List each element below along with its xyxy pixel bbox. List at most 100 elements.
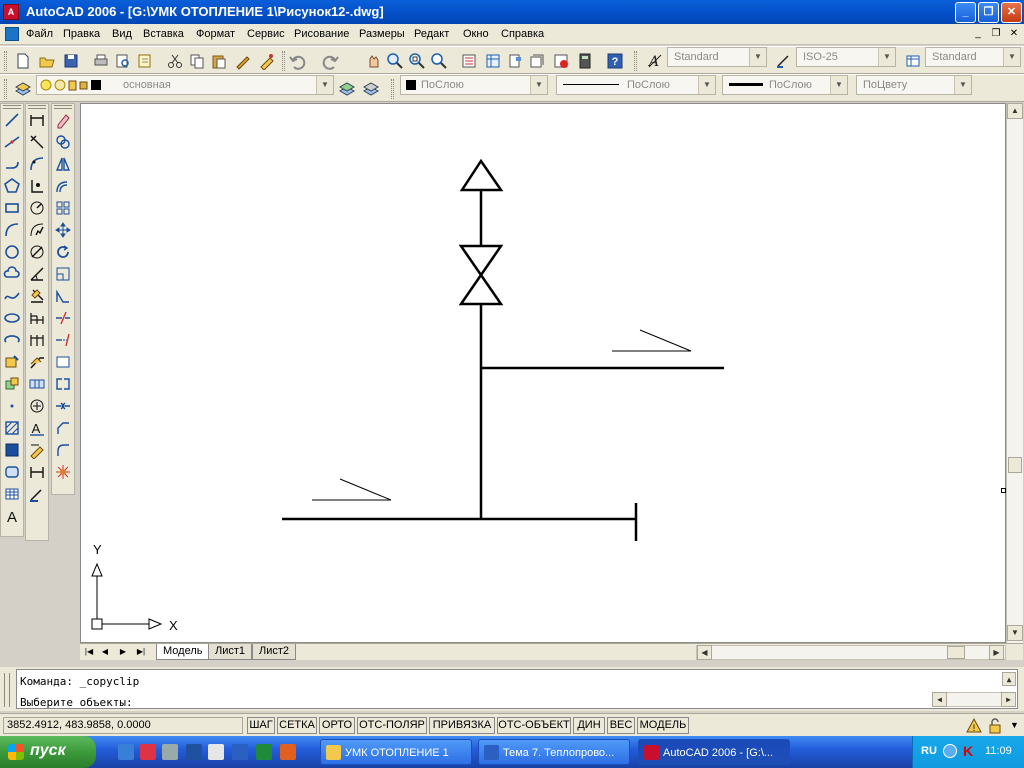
zoom-previous-icon[interactable] bbox=[430, 52, 448, 70]
table-icon[interactable] bbox=[3, 485, 21, 503]
print-preview-icon[interactable] bbox=[114, 52, 132, 70]
doc-restore-button[interactable]: ❐ bbox=[988, 27, 1004, 41]
antivirus-tray-icon[interactable]: K bbox=[963, 743, 973, 759]
new-file-icon[interactable] bbox=[14, 52, 32, 70]
dimension-edit-icon[interactable]: A bbox=[28, 419, 46, 437]
baseline-dimension-icon[interactable] bbox=[28, 309, 46, 327]
rotate-icon[interactable] bbox=[54, 243, 72, 261]
open-folder-icon[interactable] bbox=[38, 52, 56, 70]
ordinate-dimension-icon[interactable] bbox=[28, 177, 46, 195]
chevron-down-icon[interactable]: ▼ bbox=[316, 76, 333, 94]
aligned-dimension-icon[interactable] bbox=[28, 133, 46, 151]
table-style-select[interactable]: Standard ▼ bbox=[925, 47, 1021, 67]
layer-previous-icon[interactable] bbox=[362, 80, 380, 98]
communication-center-icon[interactable]: ! bbox=[965, 717, 983, 735]
toolbar-lock-icon[interactable] bbox=[986, 717, 1004, 735]
scroll-left-button[interactable]: ◀ bbox=[932, 692, 947, 707]
drawing-canvas[interactable]: Y X bbox=[80, 103, 1006, 643]
chevron-down-icon[interactable]: ▼ bbox=[954, 76, 971, 94]
layer-select[interactable]: основная ▼ bbox=[36, 75, 334, 95]
toolbar-grip[interactable] bbox=[28, 105, 46, 109]
multiline-text-icon[interactable]: A bbox=[3, 507, 21, 525]
block-editor-icon[interactable] bbox=[258, 52, 276, 70]
line-icon[interactable] bbox=[3, 111, 21, 129]
point-icon[interactable] bbox=[3, 397, 21, 415]
scroll-right-button[interactable]: ▶ bbox=[989, 645, 1004, 660]
circle-icon[interactable] bbox=[3, 243, 21, 261]
stretch-icon[interactable] bbox=[54, 287, 72, 305]
cut-icon[interactable] bbox=[166, 52, 184, 70]
mirror-icon[interactable] bbox=[54, 155, 72, 173]
otrack-toggle[interactable]: ОТС-ОБЪЕКТ bbox=[497, 717, 571, 734]
break-at-point-icon[interactable] bbox=[54, 353, 72, 371]
sheet-set-manager-icon[interactable] bbox=[528, 52, 546, 70]
dimension-style-manager-icon[interactable] bbox=[28, 485, 46, 503]
rectangle-icon[interactable] bbox=[3, 199, 21, 217]
ortho-toggle[interactable]: ОРТО bbox=[319, 717, 355, 734]
toolbar-grip[interactable] bbox=[282, 51, 285, 71]
arc-icon[interactable] bbox=[3, 221, 21, 239]
tab-model[interactable]: Модель bbox=[156, 644, 210, 660]
vertical-scroll-thumb[interactable] bbox=[1008, 457, 1022, 473]
join-icon[interactable] bbox=[54, 397, 72, 415]
explorer-quicklaunch-icon[interactable] bbox=[186, 744, 202, 760]
scroll-down-button[interactable]: ▼ bbox=[1007, 625, 1023, 641]
osnap-toggle[interactable]: ПРИВЯЗКА bbox=[429, 717, 495, 734]
jogged-dimension-icon[interactable] bbox=[28, 221, 46, 239]
word-quicklaunch-icon[interactable] bbox=[232, 744, 248, 760]
undo-icon[interactable] bbox=[288, 52, 306, 70]
plot-style-select[interactable]: ПоЦвету ▼ bbox=[856, 75, 972, 95]
ellipse-arc-icon[interactable] bbox=[3, 331, 21, 349]
polyline-icon[interactable] bbox=[3, 155, 21, 173]
menu-window[interactable]: Окно bbox=[463, 28, 489, 40]
pipe-schematic-drawing[interactable]: Y X bbox=[81, 104, 1007, 644]
autocad-app-icon[interactable]: A bbox=[3, 4, 19, 20]
first-tab-button[interactable]: |◀ bbox=[82, 645, 96, 659]
arc-length-icon[interactable] bbox=[28, 155, 46, 173]
chamfer-icon[interactable] bbox=[54, 419, 72, 437]
pan-realtime-icon[interactable] bbox=[364, 52, 382, 70]
text-style-icon[interactable]: A bbox=[646, 52, 664, 70]
menu-draw[interactable]: Рисование bbox=[294, 28, 349, 40]
layer-manager-icon[interactable] bbox=[14, 80, 32, 98]
copy-object-icon[interactable] bbox=[54, 133, 72, 151]
snap-toggle[interactable]: ШАГ bbox=[247, 717, 275, 734]
copy-icon[interactable] bbox=[188, 52, 206, 70]
taskbar-item-word[interactable]: Тема 7. Теплопрово... bbox=[478, 739, 630, 765]
dyn-toggle[interactable]: ДИН bbox=[573, 717, 605, 734]
horizontal-scroll-thumb[interactable] bbox=[947, 646, 965, 659]
toolbar-grip[interactable] bbox=[391, 79, 394, 99]
search-quicklaunch-icon[interactable] bbox=[208, 744, 224, 760]
publish-icon[interactable] bbox=[136, 52, 154, 70]
color-select[interactable]: ПоСлою ▼ bbox=[400, 75, 548, 95]
ie-quicklaunch-icon[interactable] bbox=[118, 744, 134, 760]
offset-icon[interactable] bbox=[54, 177, 72, 195]
coordinate-readout[interactable]: 3852.4912, 483.9858, 0.0000 bbox=[3, 717, 243, 734]
hatch-icon[interactable] bbox=[3, 419, 21, 437]
polar-toggle[interactable]: ОТС-ПОЛЯР bbox=[357, 717, 427, 734]
chevron-down-icon[interactable]: ▼ bbox=[1003, 48, 1020, 66]
dimension-style-select[interactable]: ISO-25 ▼ bbox=[796, 47, 896, 67]
menu-insert[interactable]: Вставка bbox=[143, 28, 184, 40]
taskbar-item-autocad[interactable]: AutoCAD 2006 - [G:\... bbox=[638, 739, 790, 765]
menu-file[interactable]: Файл bbox=[26, 28, 53, 40]
excel-quicklaunch-icon[interactable] bbox=[256, 744, 272, 760]
menu-help[interactable]: Справка bbox=[501, 28, 544, 40]
model-space-toggle[interactable]: МОДЕЛЬ bbox=[637, 717, 689, 734]
minimize-button[interactable]: _ bbox=[955, 2, 976, 23]
toolbar-grip[interactable] bbox=[4, 51, 7, 71]
powerpoint-quicklaunch-icon[interactable] bbox=[280, 744, 296, 760]
spline-icon[interactable] bbox=[3, 287, 21, 305]
vertical-scrollbar[interactable]: ▲ ▼ bbox=[1006, 103, 1023, 643]
horizontal-scrollbar[interactable]: ◀ ▶ bbox=[696, 645, 1006, 660]
make-object-layer-current-icon[interactable] bbox=[338, 80, 356, 98]
table-style-icon[interactable] bbox=[904, 52, 922, 70]
previous-tab-button[interactable]: ◀ bbox=[98, 645, 112, 659]
taskbar-item-folder[interactable]: УМК ОТОПЛЕНИЕ 1 bbox=[320, 739, 472, 765]
toolbar-grip[interactable] bbox=[54, 105, 72, 109]
radius-dimension-icon[interactable] bbox=[28, 199, 46, 217]
save-icon[interactable] bbox=[62, 52, 80, 70]
command-line-box[interactable]: Команда: _copyclip Выберите объекты: ◀ ▶… bbox=[16, 669, 1018, 709]
grid-toggle[interactable]: СЕТКА bbox=[277, 717, 317, 734]
zoom-realtime-icon[interactable] bbox=[386, 52, 404, 70]
